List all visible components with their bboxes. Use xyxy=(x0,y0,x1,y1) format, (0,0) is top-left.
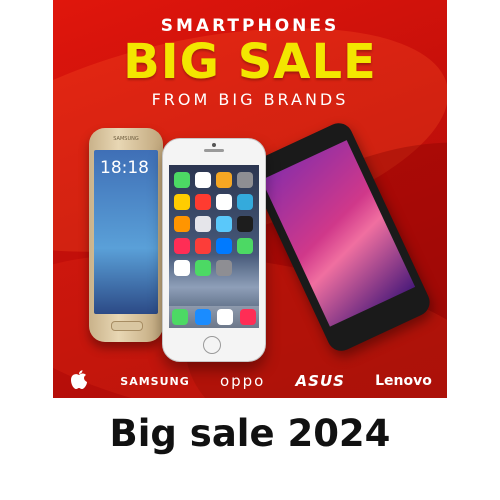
app-icon xyxy=(216,172,232,188)
app-icon xyxy=(216,260,232,276)
headline-top: SMARTPHONES xyxy=(160,16,340,36)
samsung-home-button xyxy=(111,321,143,331)
app-icon xyxy=(195,260,211,276)
caption-title: Big sale 2024 xyxy=(109,412,391,455)
app-icon xyxy=(195,194,211,210)
headline-big-sale: BIG SALE xyxy=(123,34,377,90)
brand-logos-row: SAMSUNG oppo ASUS Lenovo xyxy=(53,370,447,392)
app-icon xyxy=(174,194,190,210)
sale-banner: SMARTPHONES BIG SALE FROM BIG BRANDS SAM… xyxy=(53,0,447,398)
app-icon xyxy=(174,172,190,188)
mail-app-icon xyxy=(194,309,211,325)
iphone-dock xyxy=(169,306,259,328)
app-icon xyxy=(195,172,211,188)
iphone-home-button xyxy=(203,336,221,354)
safari-app-icon xyxy=(217,309,234,325)
app-icon xyxy=(174,216,190,232)
app-icon xyxy=(237,172,253,188)
phone-app-icon xyxy=(172,309,189,325)
app-icon xyxy=(237,238,253,254)
app-icon xyxy=(237,216,253,232)
app-icon xyxy=(195,238,211,254)
iphone-camera xyxy=(212,143,216,147)
app-icon xyxy=(174,260,190,276)
music-app-icon xyxy=(239,309,256,325)
app-icon xyxy=(216,238,232,254)
samsung-phone-brand: SAMSUNG xyxy=(113,136,139,142)
app-icon xyxy=(174,238,190,254)
samsung-phone-screen: 18:18 xyxy=(94,150,158,314)
iphone-app-grid xyxy=(174,172,253,276)
samsung-phone: SAMSUNG 18:18 xyxy=(89,128,163,342)
iphone-screen xyxy=(169,165,259,328)
iphone-speaker xyxy=(204,149,224,152)
oppo-logo: oppo xyxy=(219,372,266,390)
apple-logo-icon xyxy=(68,370,90,392)
app-icon xyxy=(216,194,232,210)
app-icon xyxy=(195,216,211,232)
app-icon xyxy=(237,194,253,210)
samsung-phone-clock: 18:18 xyxy=(100,158,149,178)
lenovo-logo: Lenovo xyxy=(375,373,432,389)
headline-sub: FROM BIG BRANDS xyxy=(151,90,349,109)
apple-logo-svg xyxy=(71,370,88,389)
samsung-logo: SAMSUNG xyxy=(120,374,190,388)
app-icon xyxy=(216,216,232,232)
asus-logo: ASUS xyxy=(295,372,345,390)
iphone xyxy=(162,138,266,362)
